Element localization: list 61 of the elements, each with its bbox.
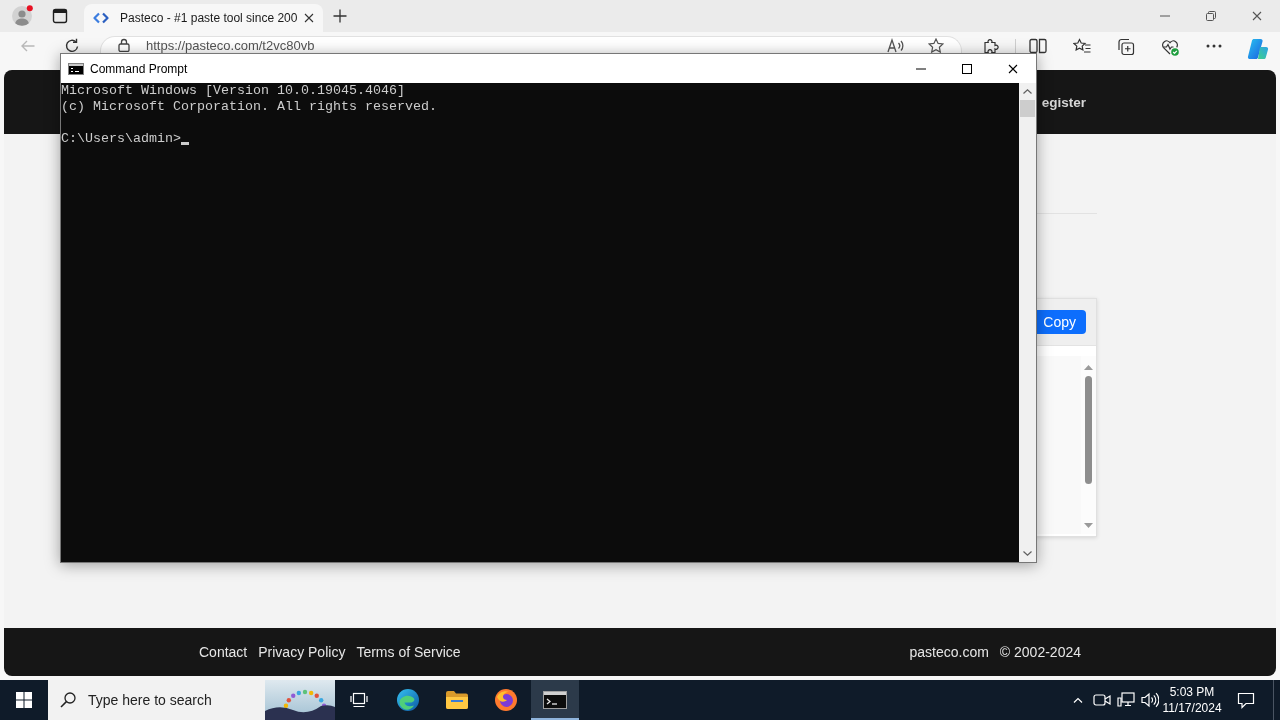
favorites-list-icon[interactable]: [1073, 38, 1091, 54]
terminal-icon: [68, 62, 84, 75]
lock-icon[interactable]: [118, 38, 130, 52]
terminal-icon[interactable]: [543, 691, 567, 709]
paste-text-area[interactable]: [1037, 356, 1096, 534]
window-title: Command Prompt: [90, 61, 188, 76]
maximize-icon[interactable]: [962, 63, 972, 74]
close-icon[interactable]: [1008, 63, 1018, 74]
read-aloud-icon[interactable]: [887, 38, 905, 53]
scrollbar[interactable]: [1019, 83, 1036, 562]
refresh-icon[interactable]: [64, 38, 80, 53]
plus-icon[interactable]: [333, 9, 347, 23]
site-name[interactable]: pasteco.com: [909, 644, 989, 660]
camera-icon[interactable]: [1093, 693, 1111, 707]
network-icon[interactable]: [1117, 692, 1135, 708]
footer-link[interactable]: Terms of Service: [356, 644, 461, 660]
heart-pulse-icon[interactable]: [1161, 38, 1179, 56]
speaker-icon[interactable]: [1141, 692, 1159, 708]
clock-date[interactable]: 11/17/2024: [1162, 700, 1222, 716]
footer-link[interactable]: Privacy Policy: [258, 644, 346, 660]
collections-icon[interactable]: [1117, 38, 1135, 56]
scroll-down-icon[interactable]: [1023, 551, 1032, 556]
notification-icon[interactable]: [1237, 691, 1255, 709]
console-line: Microsoft Windows [Version 10.0.19045.4046]: [61, 83, 406, 99]
taskbar-app-button[interactable]: [531, 680, 579, 720]
flame-globe-icon[interactable]: [494, 688, 518, 712]
footer-link[interactable]: Contact: [199, 644, 248, 660]
address-bar[interactable]: https://pasteco.com/t2vc80vb: [100, 36, 962, 53]
scroll-up-icon[interactable]: [1023, 89, 1032, 94]
search-field[interactable]: Type here to search: [48, 680, 335, 720]
gradient-logo-icon[interactable]: [1247, 38, 1269, 60]
restore-icon[interactable]: [1206, 11, 1216, 21]
text-cursor-icon: [181, 142, 189, 145]
scrollbar-thumb[interactable]: [1020, 100, 1035, 117]
window-frame-icon[interactable]: [52, 8, 68, 24]
close-icon[interactable]: [1252, 11, 1262, 21]
more-icon[interactable]: [1206, 44, 1222, 48]
copyright-text: © 2002-2024: [999, 644, 1081, 660]
console-prompt: C:\Users\admin>: [61, 131, 181, 147]
chevrons-logo-icon: [93, 10, 109, 26]
scroll-up-icon[interactable]: [1084, 365, 1093, 370]
browser-tab[interactable]: Pasteco - #1 paste tool since 200: [84, 4, 323, 32]
chevron-up-icon[interactable]: [1073, 697, 1083, 703]
folder-icon[interactable]: [445, 690, 469, 710]
clock-time[interactable]: 5:03 PM: [1169, 684, 1215, 700]
split-screen-icon[interactable]: [1029, 38, 1047, 54]
landscape-icon: [265, 680, 335, 720]
puzzle-icon[interactable]: [983, 38, 999, 53]
scrollbar-thumb[interactable]: [1085, 376, 1092, 484]
start-icon[interactable]: [16, 692, 32, 708]
console-pane[interactable]: Microsoft Windows [Version 10.0.19045.4046] (c) Microsoft Corporation. All rights reserved. C:\Users\admin>: [61, 83, 1019, 562]
task-view-icon[interactable]: [350, 692, 368, 708]
close-icon[interactable]: [304, 13, 314, 23]
star-icon[interactable]: [928, 38, 944, 53]
profile-avatar-icon[interactable]: [11, 5, 33, 27]
scroll-down-icon[interactable]: [1084, 523, 1093, 528]
minimize-icon[interactable]: [916, 67, 926, 70]
search-icon: [60, 692, 76, 708]
swirl-icon[interactable]: [396, 688, 420, 712]
nav-link[interactable]: egister: [1041, 94, 1086, 110]
console-line: (c) Microsoft Corporation. All rights reserved.: [61, 99, 438, 115]
